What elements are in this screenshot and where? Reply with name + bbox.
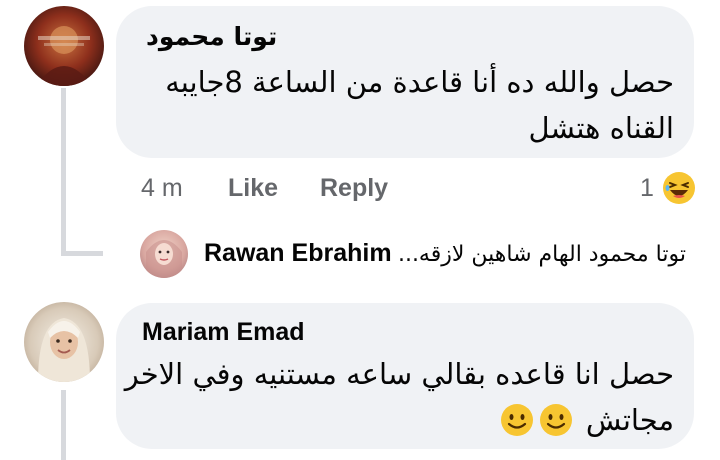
reply-author[interactable]: Rawan Ebrahim xyxy=(204,239,392,267)
reply-preview[interactable]: Rawan Ebrahim توتا محمود الهام شاهين لاز… xyxy=(204,239,686,268)
comment-text-line-2: القناه هتشل xyxy=(528,111,674,145)
comment-author[interactable]: Mariam Emad xyxy=(142,318,305,347)
like-button[interactable]: Like xyxy=(228,174,278,203)
reply-button[interactable]: Reply xyxy=(320,174,388,203)
thread-line-vertical xyxy=(61,88,66,256)
avatar[interactable] xyxy=(24,302,104,382)
slightly-smiling-face-icon xyxy=(539,403,573,437)
thread-line-vertical-2 xyxy=(61,390,66,460)
thread-line-branch xyxy=(61,251,103,256)
slightly-smiling-face-icon xyxy=(500,403,534,437)
reaction-count[interactable]: 1 xyxy=(640,174,654,203)
avatar[interactable] xyxy=(24,6,104,86)
comment-text-line-1: حصل والله ده أنا قاعدة من الساعة 8جايبه xyxy=(165,65,674,99)
reply-preview-text: توتا محمود الهام شاهين لازقه... xyxy=(397,242,686,267)
reply-avatar[interactable] xyxy=(140,230,188,278)
comment-text-line-2: مجاتش xyxy=(585,403,674,437)
laughing-face-icon[interactable] xyxy=(662,171,696,205)
comment-text-line-1: حصل انا قاعده بقالي ساعه مستنيه وفي الاخ… xyxy=(124,357,674,391)
comment-timestamp[interactable]: 4 m xyxy=(141,174,183,203)
comment-author[interactable]: توتا محمود xyxy=(146,22,277,51)
